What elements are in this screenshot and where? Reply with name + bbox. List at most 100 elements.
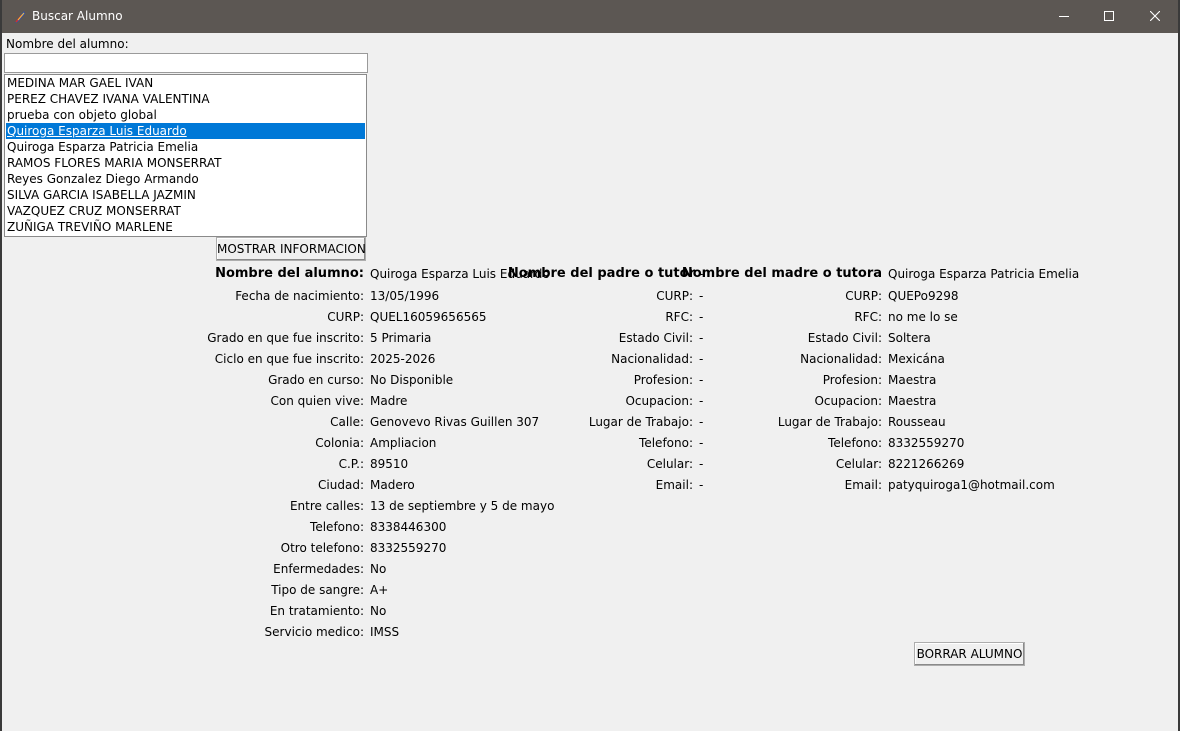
father-field-value: -	[699, 415, 704, 429]
mother-field-value: 8221266269	[888, 457, 965, 471]
father-field-label: Ocupacion:	[625, 394, 693, 408]
mother-field-value: Mexicána	[888, 352, 945, 366]
list-item[interactable]: Quiroga Esparza Patricia Emelia	[6, 139, 365, 155]
student-field-label: Tipo de sangre:	[271, 583, 364, 597]
list-item[interactable]: SILVA GARCIA ISABELLA JAZMIN	[6, 187, 365, 203]
father-field-label: Telefono:	[639, 436, 693, 450]
student-field-label: Fecha de nacimiento:	[235, 289, 364, 303]
delete-student-button[interactable]: BORRAR ALUMNO	[914, 642, 1025, 666]
title-bar[interactable]: Buscar Alumno	[2, 0, 1178, 33]
student-field-label: Entre calles:	[289, 499, 364, 513]
father-field-label: RFC:	[665, 310, 693, 324]
mother-field-value: Rousseau	[888, 415, 946, 429]
student-field-value: 13 de septiembre y 5 de mayo	[370, 499, 555, 513]
student-name-label: Nombre del alumno:	[6, 37, 129, 51]
student-field-label: C.P.:	[338, 457, 364, 471]
student-field-value: QUEL16059656565	[370, 310, 487, 324]
student-field-value: Genovevo Rivas Guillen 307	[370, 415, 540, 429]
list-item[interactable]: VAZQUEZ CRUZ MONSERRAT	[6, 203, 365, 219]
student-field-value: 8338446300	[370, 520, 447, 534]
father-field-label: CURP:	[656, 289, 693, 303]
mother-field-value: Maestra	[888, 373, 937, 387]
mother-field-label: RFC:	[854, 310, 882, 324]
father-field-value: -	[699, 331, 704, 345]
father-field-value: -	[699, 373, 704, 387]
student-field-label: Grado en curso:	[268, 373, 364, 387]
feather-app-icon	[12, 9, 28, 25]
close-button[interactable]	[1132, 0, 1178, 33]
father-field-value: -	[699, 457, 704, 471]
mother-field-value: QUEPo9298	[888, 289, 959, 303]
father-field-value: -	[699, 289, 704, 303]
student-field-label: Grado en que fue inscrito:	[207, 331, 364, 345]
student-name-input[interactable]	[4, 53, 368, 73]
mother-field-label: Celular:	[835, 457, 882, 471]
minimize-button[interactable]	[1041, 0, 1087, 33]
mother-header-label: Nombre del madre o tutora	[681, 266, 882, 281]
student-field-label: Otro telefono:	[280, 541, 364, 555]
window-title: Buscar Alumno	[32, 9, 123, 23]
student-header-label: Nombre del alumno:	[215, 266, 364, 281]
student-field-label: Servicio medico:	[264, 625, 364, 639]
student-field-label: Ciclo en que fue inscrito:	[214, 352, 364, 366]
father-field-value: -	[699, 394, 704, 408]
list-item[interactable]: prueba con objeto global	[6, 107, 365, 123]
mother-field-value: patyquiroga1@hotmail.com	[888, 478, 1055, 492]
father-field-value: -	[699, 478, 704, 492]
student-field-value: No	[370, 562, 387, 576]
list-item[interactable]: PEREZ CHAVEZ IVANA VALENTINA	[6, 91, 365, 107]
father-field-value: -	[699, 352, 704, 366]
mother-field-label: Ocupacion:	[814, 394, 882, 408]
student-field-value: IMSS	[370, 625, 400, 639]
mother-header-value: Quiroga Esparza Patricia Emelia	[888, 267, 1080, 281]
mother-field-value: no me lo se	[888, 310, 958, 324]
mother-field-value: 8332559270	[888, 436, 965, 450]
father-field-label: Estado Civil:	[618, 331, 693, 345]
mother-field-label: Telefono:	[828, 436, 882, 450]
mother-field-label: Nacionalidad:	[800, 352, 882, 366]
student-listbox[interactable]: MEDINA MAR GAEL IVAN PEREZ CHAVEZ IVANA …	[4, 74, 367, 237]
student-field-label: Enfermedades:	[273, 562, 364, 576]
student-field-label: Ciudad:	[318, 478, 364, 492]
father-field-value: -	[699, 310, 704, 324]
buscar-alumno-window: Buscar Alumno Nombre del alumno: MEDINA …	[2, 0, 1178, 731]
student-field-value: 13/05/1996	[370, 289, 440, 303]
father-field-value: -	[699, 436, 704, 450]
minimize-icon	[1059, 16, 1069, 17]
father-field-label: Nacionalidad:	[611, 352, 693, 366]
father-field-label: Lugar de Trabajo:	[588, 415, 693, 429]
list-item[interactable]: MEDINA MAR GAEL IVAN	[6, 75, 365, 91]
student-field-value: A+	[370, 583, 389, 597]
maximize-button[interactable]	[1086, 0, 1132, 33]
mother-field-label: Estado Civil:	[807, 331, 882, 345]
student-field-value: Madero	[370, 478, 415, 492]
maximize-icon	[1104, 11, 1114, 21]
student-field-label: CURP:	[327, 310, 364, 324]
student-field-value: Madre	[370, 394, 408, 408]
father-field-label: Celular:	[646, 457, 693, 471]
student-field-value: 2025-2026	[370, 352, 436, 366]
mother-field-value: Soltera	[888, 331, 931, 345]
mother-field-label: Profesion:	[822, 373, 882, 387]
student-field-value: No Disponible	[370, 373, 454, 387]
student-field-label: Con quien vive:	[270, 394, 364, 408]
student-field-value: Ampliacion	[370, 436, 437, 450]
student-field-value: 8332559270	[370, 541, 447, 555]
student-field-value: 89510	[370, 457, 409, 471]
mother-field-label: CURP:	[845, 289, 882, 303]
list-item[interactable]: Reyes Gonzalez Diego Armando	[6, 171, 365, 187]
show-info-button[interactable]: MOSTRAR INFORMACION	[216, 237, 366, 261]
father-header-label: Nombre del padre o tutor	[507, 266, 695, 281]
father-field-label: Profesion:	[633, 373, 693, 387]
list-item-selected[interactable]: Quiroga Esparza Luis Eduardo	[6, 123, 365, 139]
list-item[interactable]: RAMOS FLORES MARIA MONSERRAT	[6, 155, 365, 171]
mother-field-label: Email:	[844, 478, 882, 492]
mother-field-label: Lugar de Trabajo:	[777, 415, 882, 429]
student-field-label: Telefono:	[310, 520, 364, 534]
close-icon	[1150, 11, 1160, 21]
list-item[interactable]: ZUÑIGA TREVIÑO MARLENE	[6, 219, 365, 235]
student-field-label: Colonia:	[315, 436, 364, 450]
father-field-label: Email:	[655, 478, 693, 492]
student-field-label: En tratamiento:	[269, 604, 364, 618]
student-field-label: Calle:	[330, 415, 364, 429]
